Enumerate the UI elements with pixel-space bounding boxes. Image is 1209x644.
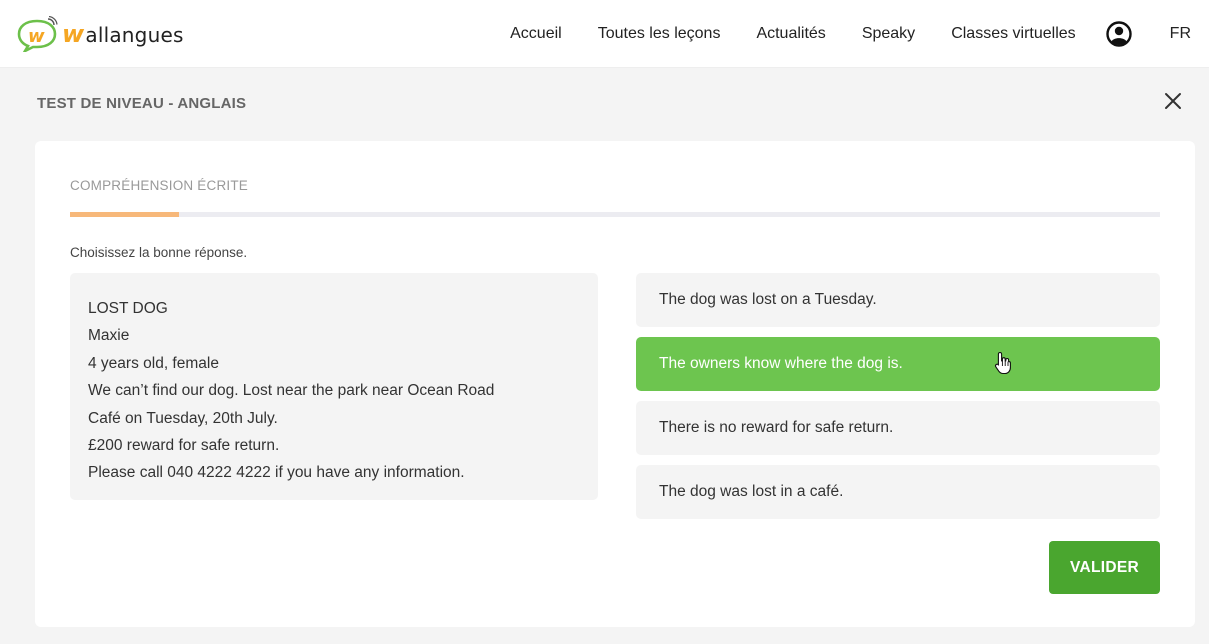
nav-toutes-les-lecons[interactable]: Toutes les leçons — [598, 25, 721, 43]
logo-speech-bubble-icon: w — [17, 16, 58, 52]
answer-option-label: There is no reward for safe return. — [659, 419, 894, 436]
answer-option-3[interactable]: There is no reward for safe return. — [636, 401, 1160, 455]
passage-line: 4 years old, female — [88, 354, 219, 372]
reading-passage: LOST DOG Maxie 4 years old, female We ca… — [70, 273, 598, 500]
logo-wordmark-text: allangues — [85, 23, 184, 47]
question-card: COMPRÉHENSION ÉCRITE Choisissez la bonne… — [35, 141, 1195, 627]
progress-bar — [70, 212, 1160, 217]
passage-line: Please call 040 4222 4222 if you have an… — [88, 464, 465, 482]
passage-line: We can’t find our dog. Lost near the par… — [88, 382, 495, 400]
top-navigation-bar: w w allangues Accueil Toutes les leçons A… — [0, 0, 1209, 68]
test-title: TEST DE NIVEAU - ANGLAIS — [37, 95, 247, 112]
passage-line: Maxie — [88, 327, 130, 345]
answer-option-label: The dog was lost in a café. — [659, 483, 844, 500]
instruction-text: Choisissez la bonne réponse. — [70, 245, 248, 260]
hand-pointer-cursor-icon — [994, 351, 1011, 375]
section-label: COMPRÉHENSION ÉCRITE — [70, 178, 249, 193]
validate-button[interactable]: VALIDER — [1049, 541, 1160, 594]
answer-option-label: The owners know where the dog is. — [659, 355, 903, 372]
passage-line: LOST DOG — [88, 300, 168, 317]
wallangues-logo[interactable]: w w allangues — [16, 14, 184, 54]
answer-options: The dog was lost on a Tuesday. The owner… — [636, 273, 1160, 529]
progress-bar-fill — [70, 212, 179, 217]
close-icon[interactable] — [1164, 92, 1182, 110]
logo-wordmark-letter: w — [62, 20, 85, 48]
answer-option-1[interactable]: The dog was lost on a Tuesday. — [636, 273, 1160, 327]
nav-actualites[interactable]: Actualités — [756, 25, 825, 43]
logo-wordmark: w allangues — [62, 20, 184, 48]
language-selector[interactable]: FR — [1170, 25, 1191, 43]
passage-line: £200 reward for safe return. — [88, 437, 280, 455]
user-circle-icon[interactable] — [1105, 21, 1132, 47]
logo-letter: w — [28, 26, 45, 47]
nav-classes-virtuelles[interactable]: Classes virtuelles — [951, 25, 1075, 43]
answer-option-label: The dog was lost on a Tuesday. — [659, 291, 877, 308]
main-nav: Accueil Toutes les leçons Actualités Spe… — [510, 0, 1209, 68]
answer-option-4[interactable]: The dog was lost in a café. — [636, 465, 1160, 519]
answer-option-2[interactable]: The owners know where the dog is. — [636, 337, 1160, 391]
nav-accueil[interactable]: Accueil — [510, 25, 562, 43]
passage-line: Café on Tuesday, 20th July. — [88, 409, 278, 427]
nav-speaky[interactable]: Speaky — [862, 25, 915, 43]
